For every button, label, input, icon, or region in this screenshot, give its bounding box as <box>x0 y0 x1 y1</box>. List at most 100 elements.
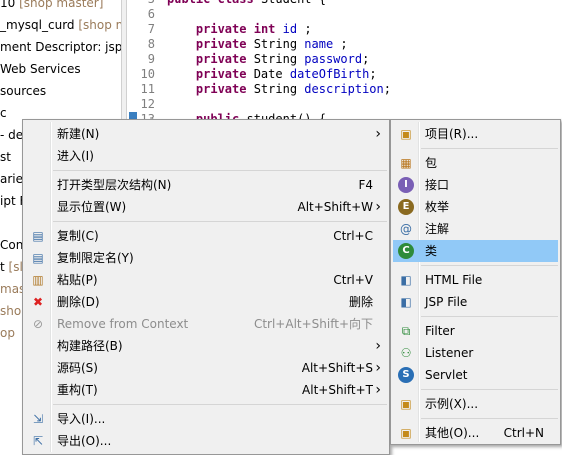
tree-item[interactable]: c <box>0 103 7 123</box>
delete-icon: ✖ <box>32 295 44 309</box>
other-icon: ▣ <box>400 426 412 440</box>
code-line: 8 private String name ; <box>127 37 348 52</box>
code-line: 10 private Date dateOfBirth; <box>127 67 377 82</box>
menu-separator <box>421 265 558 266</box>
line-number: 10 <box>140 67 155 81</box>
menu-item-b[interactable]: 构建路径(B) › <box>25 335 387 357</box>
tree-item[interactable]: Web Services <box>0 59 81 79</box>
menu-item-p[interactable]: ▥ 粘贴(P) Ctrl+V <box>25 269 387 291</box>
code-text: public class Student { <box>167 0 326 6</box>
class-icon: C <box>398 243 414 259</box>
chevron-right-icon: › <box>375 126 381 142</box>
line-number: 5 <box>127 0 155 7</box>
menu-item-listener[interactable]: ⚇ Listener <box>393 342 558 364</box>
menu-separator <box>421 148 558 149</box>
menu-item-label: Filter <box>425 324 455 338</box>
menu-item-c[interactable]: ▤ 复制(C) Ctrl+C <box>25 225 387 247</box>
tree-item[interactable]: _mysql_curd [shop m <box>0 15 121 35</box>
menu-item-label: 导出(O)... <box>57 434 112 448</box>
interface-icon: I <box>398 177 414 193</box>
html-file-icon: ◧ <box>400 273 412 287</box>
tree-item-label: Web Services <box>0 62 81 76</box>
menu-item-shortcut: F4 <box>358 178 373 192</box>
menu-item-label: 包 <box>425 156 438 170</box>
line-number: 8 <box>147 37 155 51</box>
menu-item-[interactable]: I 接口 <box>393 174 558 196</box>
line-number: 6 <box>147 7 155 21</box>
tree-item[interactable]: sho <box>0 301 21 321</box>
context-menu: 新建(N) › 进入(I) 打开类型层次结构(N) F4 显示位置(W) Alt+Shift… <box>22 119 390 455</box>
menu-item-jsp-file[interactable]: ◧ JSP File <box>393 291 558 313</box>
menu-item-r[interactable]: ▣ 项目(R)... <box>393 123 558 145</box>
tree-item-decoration: [sl <box>4 260 23 274</box>
menu-item-y[interactable]: ▤ 复制限定名(Y) <box>25 247 387 269</box>
copy-icon: ▤ <box>32 229 44 243</box>
menu-item-i[interactable]: ⇲ 导入(I)... <box>25 408 387 430</box>
menu-item-label: 复制限定名(Y) <box>57 251 134 265</box>
chevron-right-icon: › <box>375 338 381 354</box>
menu-item-x[interactable]: ▣ 示例(X)... <box>393 393 558 415</box>
tree-item[interactable]: op <box>0 323 15 343</box>
tree-item-label: st <box>0 150 11 164</box>
menu-item-[interactable]: C类 <box>393 240 558 262</box>
menu-item-w[interactable]: 显示位置(W) Alt+Shift+W › <box>25 196 387 218</box>
jsp-file-icon: ◧ <box>400 295 412 309</box>
menu-item-remove-from-context: ⊘ Remove from Context Ctrl+Alt+Shift+向下 <box>25 313 387 335</box>
menu-item-label: 删除(D) <box>57 295 100 309</box>
menu-item-label: 类 <box>425 244 438 258</box>
menu-item-o[interactable]: ▣ 其他(O)... Ctrl+N <box>393 422 558 444</box>
tree-item-decoration: [shop m <box>78 18 121 32</box>
filter-icon: ⧉ <box>401 324 411 338</box>
line-number: 12 <box>140 97 155 111</box>
import-icon: ⇲ <box>32 412 44 426</box>
menu-item-label: 打开类型层次结构(N) <box>57 178 172 192</box>
code-line: 5 public class Student { <box>127 0 326 7</box>
menu-item-n[interactable]: 新建(N) › <box>25 123 387 145</box>
menu-item-d[interactable]: ✖ 删除(D) 删除 <box>25 291 387 313</box>
menu-separator <box>421 389 558 390</box>
code-line: 7 private int id ; <box>127 22 312 37</box>
menu-item-i[interactable]: 进入(I) <box>25 145 387 167</box>
export-icon: ⇱ <box>32 434 44 448</box>
tree-item-decoration: op <box>0 326 15 340</box>
menu-item-label: 其他(O)... <box>425 426 480 440</box>
servlet-icon: S <box>398 367 414 383</box>
menu-item-t[interactable]: 重构(T) Alt+Shift+T › <box>25 379 387 401</box>
line-number: 11 <box>140 82 155 96</box>
menu-item-s[interactable]: 源码(S) Alt+Shift+S › <box>25 357 387 379</box>
menu-item-o[interactable]: ⇱ 导出(O)... <box>25 430 387 452</box>
tree-item[interactable]: sources <box>0 81 46 101</box>
code-text: private int id ; <box>195 22 312 36</box>
menu-item-label: 接口 <box>425 178 450 192</box>
tree-item[interactable]: 10 [shop master] <box>0 0 103 13</box>
remove-context-icon: ⊘ <box>32 317 44 331</box>
menu-item-servlet[interactable]: S Servlet <box>393 364 558 386</box>
tree-item[interactable]: t [sl <box>0 257 23 277</box>
tree-item-label: c <box>0 106 7 120</box>
menu-separator <box>421 418 558 419</box>
menu-item-[interactable]: E 枚举 <box>393 196 558 218</box>
code-text: private Date dateOfBirth; <box>195 67 377 81</box>
code-line: 12 <box>127 97 167 112</box>
annotation-icon: @ <box>400 222 412 236</box>
menu-item-label: HTML File <box>425 273 483 287</box>
menu-item-n[interactable]: 打开类型层次结构(N) F4 <box>25 174 387 196</box>
code-text: private String description; <box>195 82 391 96</box>
menu-item-filter[interactable]: ⧉ Filter <box>393 320 558 342</box>
code-text: private String name ; <box>195 37 348 51</box>
menu-item-[interactable]: ▦ 包 <box>393 152 558 174</box>
tree-item-label: ment Descriptor: jsp_ <box>0 40 121 54</box>
tree-item[interactable]: st <box>0 147 11 167</box>
menu-item-label: JSP File <box>425 295 468 309</box>
menu-item-label: 注解 <box>425 222 450 236</box>
tree-item-label: _mysql_curd <box>0 18 75 32</box>
menu-item-shortcut: Ctrl+V <box>333 273 373 287</box>
menu-item-[interactable]: @ 注解 <box>393 218 558 240</box>
menu-item-label: 粘贴(P) <box>57 273 98 287</box>
menu-item-html-file[interactable]: ◧ HTML File <box>393 269 558 291</box>
menu-item-shortcut: Alt+Shift+W <box>297 200 374 214</box>
menu-separator <box>421 316 558 317</box>
line-number: 7 <box>147 22 155 36</box>
line-number: 9 <box>147 52 155 66</box>
tree-item[interactable]: ment Descriptor: jsp_ <box>0 37 121 57</box>
